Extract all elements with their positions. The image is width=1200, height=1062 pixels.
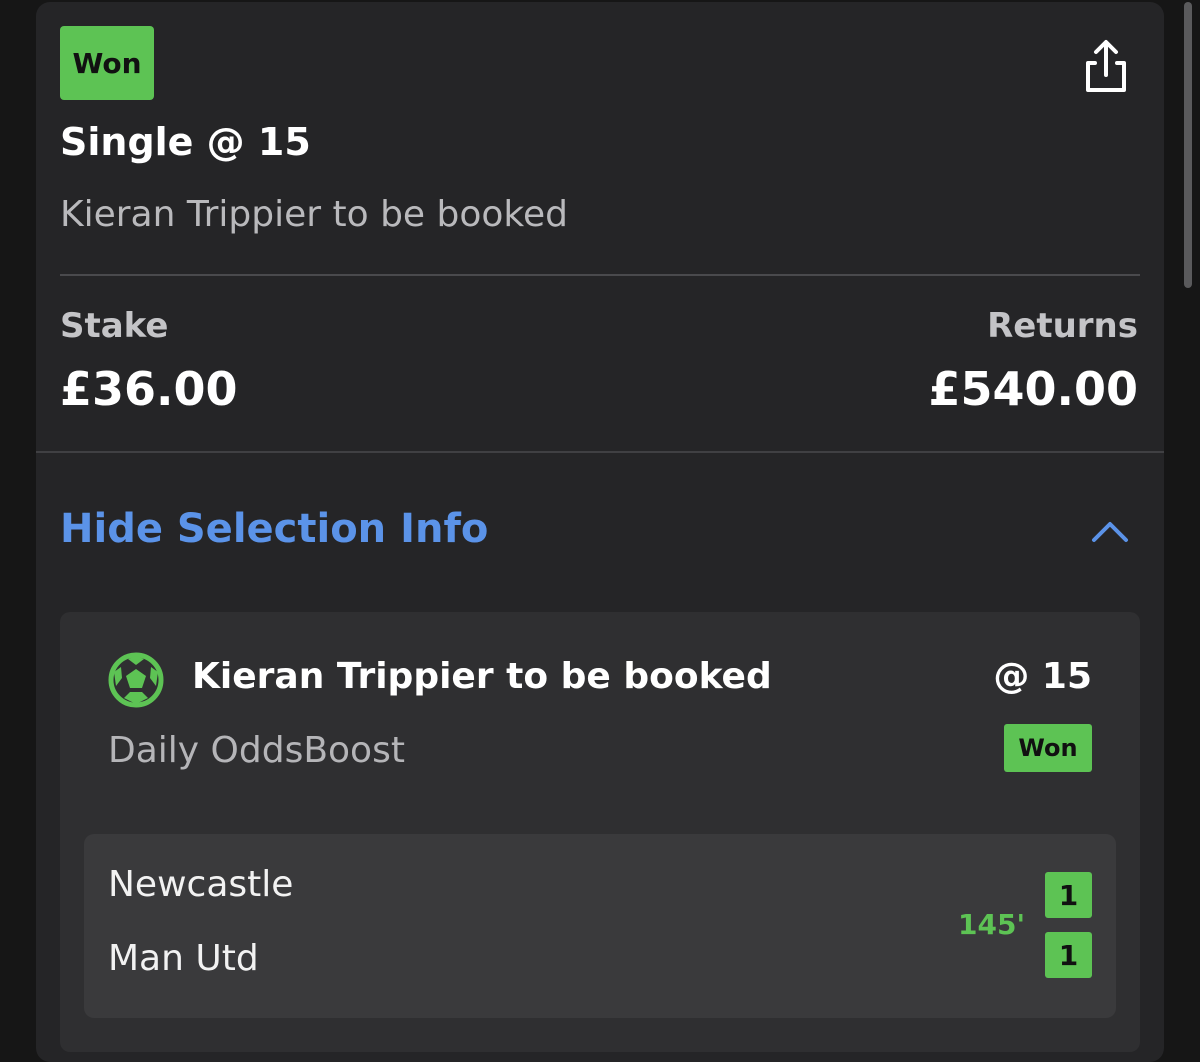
hide-selection-info-label: Hide Selection Info — [60, 506, 489, 552]
away-score: 1 — [1045, 932, 1092, 978]
chevron-up-icon — [1092, 522, 1128, 542]
returns-value: £540.00 — [928, 362, 1138, 416]
away-team: Man Utd — [108, 938, 259, 979]
bet-title: Single @ 15 — [60, 120, 311, 164]
selection-odds: @ 15 — [993, 656, 1092, 697]
selection-name: Kieran Trippier to be booked — [192, 656, 772, 697]
match-time: 145' — [958, 908, 1026, 941]
selection-market: Daily OddsBoost — [108, 730, 405, 771]
selection-card: Kieran Trippier to be booked @ 15 Daily … — [60, 612, 1140, 1052]
share-button[interactable] — [1078, 38, 1134, 94]
bet-description: Kieran Trippier to be booked — [60, 194, 568, 235]
home-team: Newcastle — [108, 864, 294, 905]
returns-label: Returns — [987, 306, 1138, 346]
match-scoreboard[interactable]: Newcastle Man Utd 145' 1 1 — [84, 834, 1116, 1018]
home-score: 1 — [1045, 872, 1092, 918]
stake-value: £36.00 — [60, 362, 238, 416]
status-badge: Won — [60, 26, 154, 100]
hide-selection-info-toggle[interactable]: Hide Selection Info — [60, 502, 1140, 572]
selection-status-badge: Won — [1004, 724, 1092, 772]
share-icon — [1086, 40, 1126, 92]
football-icon — [108, 652, 164, 708]
bet-card: Won Single @ 15 Kieran Trippier to be bo… — [36, 2, 1164, 1062]
divider — [60, 274, 1140, 276]
scrollbar[interactable] — [1184, 2, 1192, 288]
section-divider — [36, 451, 1164, 453]
stake-label: Stake — [60, 306, 169, 346]
